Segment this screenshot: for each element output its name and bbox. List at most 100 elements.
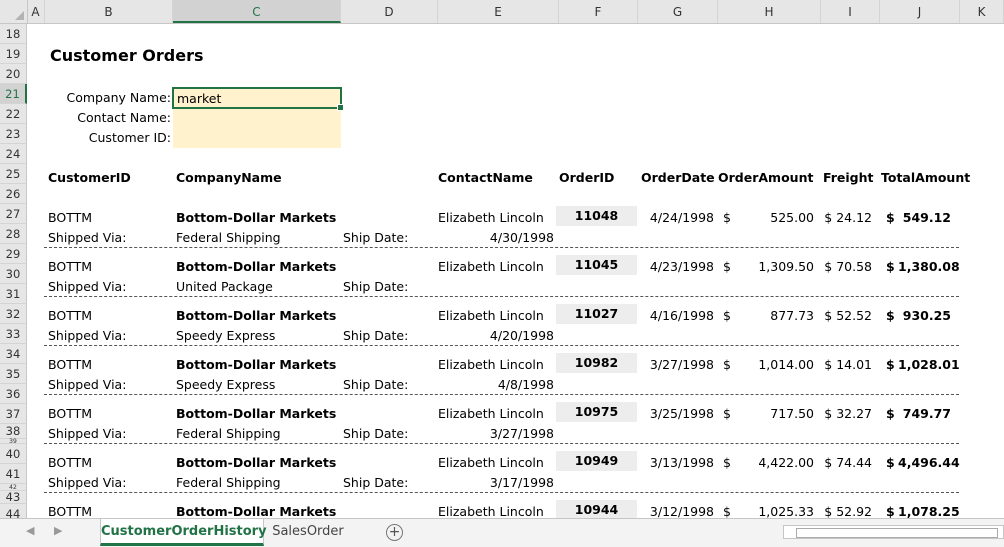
select-all-icon (15, 11, 24, 20)
ship-date-label: Ship Date: (343, 279, 409, 294)
select-all-corner[interactable] (0, 0, 28, 23)
row-header-32[interactable]: 32 (0, 304, 27, 324)
row-header-38[interactable]: 38 (0, 424, 27, 439)
header-order-id: OrderID (559, 170, 615, 185)
ship-date: 4/8/1998 (497, 377, 554, 392)
order-amount-currency: $ (723, 357, 731, 372)
tab-sales-order[interactable]: SalesOrder (265, 519, 351, 546)
column-header-h[interactable]: H (718, 0, 821, 23)
row-header-29[interactable]: 29 (0, 244, 27, 264)
row-header-24[interactable]: 24 (0, 144, 27, 164)
shipper-name: United Package (176, 279, 273, 294)
shipped-via-label: Shipped Via: (48, 230, 127, 245)
row-header-27[interactable]: 27 (0, 204, 27, 224)
row-header-31[interactable]: 31 (0, 284, 27, 304)
row-header-22[interactable]: 22 (0, 104, 27, 124)
header-freight: Freight (823, 170, 874, 185)
order-id: 11045 (574, 257, 619, 272)
order-freight: $ 70.58 (824, 259, 872, 274)
order-total-amount: 549.12 (902, 210, 951, 225)
column-header-a[interactable]: A (27, 0, 45, 23)
column-header-g[interactable]: G (638, 0, 718, 23)
row-header-20[interactable]: 20 (0, 64, 27, 84)
row-header-19[interactable]: 19 (0, 44, 27, 64)
row-header-25[interactable]: 25 (0, 164, 27, 184)
order-date: 4/24/1998 (649, 210, 714, 225)
row-header-40[interactable]: 40 (0, 444, 27, 464)
customer-id-label: Customer ID: (88, 130, 171, 145)
column-header-d[interactable]: D (341, 0, 438, 23)
row-header-37[interactable]: 37 (0, 404, 27, 424)
order-customer-id: BOTTM (48, 406, 93, 421)
column-header-j[interactable]: J (880, 0, 960, 23)
order-contact-name: Elizabeth Lincoln (438, 308, 544, 323)
header-order-amount: OrderAmount (718, 170, 814, 185)
order-amount: 877.73 (770, 308, 814, 323)
order-contact-name: Elizabeth Lincoln (438, 455, 544, 470)
record-separator (44, 247, 959, 248)
horizontal-scrollbar[interactable] (783, 525, 1004, 539)
row-header-21[interactable]: 21 (0, 84, 27, 104)
prev-sheet-icon[interactable]: ◀ (26, 524, 34, 537)
order-total-amount: 749.77 (902, 406, 951, 421)
column-header-f[interactable]: F (559, 0, 638, 23)
order-date: 4/16/1998 (649, 308, 714, 323)
company-name-value: market (177, 91, 222, 106)
row-header-18[interactable]: 18 (0, 24, 27, 44)
column-header-k[interactable]: K (960, 0, 1004, 23)
contact-name-input[interactable] (176, 108, 340, 128)
row-header-43[interactable]: 43 (0, 491, 27, 504)
row-header-26[interactable]: 26 (0, 184, 27, 204)
total-currency: $ (886, 210, 895, 225)
order-amount-currency: $ (723, 455, 731, 470)
record-separator (44, 492, 959, 493)
order-amount: 4,422.00 (758, 455, 814, 470)
row-header-28[interactable]: 28 (0, 224, 27, 244)
record-separator (44, 345, 959, 346)
order-company-name: Bottom-Dollar Markets (176, 455, 337, 470)
row-header-33[interactable]: 33 (0, 324, 27, 344)
tab-customer-order-history[interactable]: CustomerOrderHistory (100, 519, 267, 546)
row-header-23[interactable]: 23 (0, 124, 27, 144)
fill-handle[interactable] (337, 104, 344, 111)
order-id: 10944 (574, 502, 619, 517)
order-id: 10975 (574, 404, 619, 419)
order-freight: $ 74.44 (824, 455, 872, 470)
order-id: 10982 (574, 355, 619, 370)
row-header-36[interactable]: 36 (0, 384, 27, 404)
header-contact-name: ContactName (438, 170, 533, 185)
record-separator (44, 296, 959, 297)
scrollbar-thumb[interactable] (796, 528, 998, 538)
ship-date-label: Ship Date: (343, 426, 409, 441)
row-header-30[interactable]: 30 (0, 264, 27, 284)
column-header-e[interactable]: E (438, 0, 559, 23)
customer-id-input[interactable] (176, 128, 340, 148)
order-date: 4/23/1998 (649, 259, 714, 274)
company-name-label: Company Name: (66, 90, 171, 105)
column-header-c[interactable]: C (173, 0, 341, 23)
shipped-via-label: Shipped Via: (48, 377, 127, 392)
order-total-amount: 1,380.08 (898, 259, 960, 274)
shipper-name: Federal Shipping (176, 230, 281, 245)
row-header-35[interactable]: 35 (0, 364, 27, 384)
order-company-name: Bottom-Dollar Markets (176, 406, 337, 421)
order-contact-name: Elizabeth Lincoln (438, 357, 544, 372)
row-header-34[interactable]: 34 (0, 344, 27, 364)
company-name-input[interactable]: market (172, 87, 344, 111)
report-title: Customer Orders (50, 46, 204, 65)
column-header-i[interactable]: I (821, 0, 880, 23)
order-freight: $ 32.27 (824, 406, 872, 421)
order-company-name: Bottom-Dollar Markets (176, 357, 337, 372)
order-customer-id: BOTTM (48, 455, 93, 470)
order-contact-name: Elizabeth Lincoln (438, 406, 544, 421)
column-header-b[interactable]: B (45, 0, 173, 23)
next-sheet-icon[interactable]: ▶ (54, 524, 62, 537)
add-sheet-icon[interactable]: + (386, 524, 403, 541)
ship-date: 4/30/1998 (489, 230, 554, 245)
total-currency: $ (886, 308, 895, 323)
order-freight: $ 14.01 (824, 357, 872, 372)
row-header-41[interactable]: 41 (0, 464, 27, 484)
order-amount: 717.50 (770, 406, 814, 421)
order-customer-id: BOTTM (48, 308, 93, 323)
shipped-via-label: Shipped Via: (48, 426, 127, 441)
